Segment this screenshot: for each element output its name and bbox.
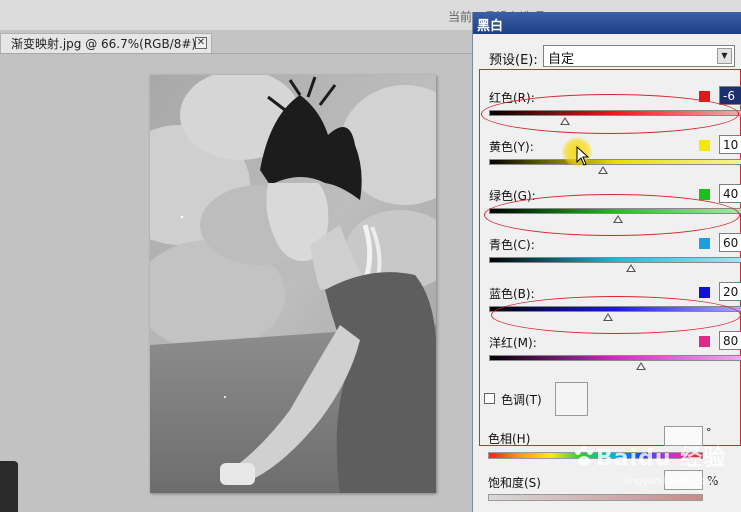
grayscale-photo [150, 75, 436, 493]
panel-collapse-handle[interactable] [0, 461, 18, 512]
chevron-down-icon[interactable]: ▼ [717, 48, 732, 64]
slider-thumb-blue[interactable] [602, 313, 613, 321]
slider-thumb-green[interactable] [613, 215, 624, 223]
slider-label-cyan: 青色(C): [489, 238, 535, 252]
degree-symbol: ° [706, 426, 712, 439]
slider-label-yellow: 黄色(Y): [489, 140, 534, 154]
slider-value-yellow[interactable]: 10 [719, 135, 741, 154]
document-tab-label: 渐变映射.jpg @ 66.7%(RGB/8#) * [11, 37, 206, 51]
slider-track-blue[interactable] [489, 306, 741, 312]
color-swatch-blue [699, 287, 710, 298]
document-tab[interactable]: 渐变映射.jpg @ 66.7%(RGB/8#) * ✕ [0, 33, 212, 53]
dialog-title[interactable]: 黑白 [473, 12, 741, 34]
color-swatch-magenta [699, 336, 710, 347]
slider-value-cyan[interactable]: 60 [719, 233, 741, 252]
slider-row-cyan: 青色(C): 60 [473, 233, 741, 276]
slider-value-green[interactable]: 40 [719, 184, 741, 203]
slider-track-yellow[interactable] [489, 159, 741, 165]
slider-value-red[interactable]: -6 [719, 86, 741, 105]
tint-label: 色调(T) [501, 393, 542, 407]
photoshop-window: 当前工具没有选项 渐变映射.jpg @ 66.7%(RGB/8#) * ✕ [0, 0, 741, 512]
slider-row-green: 绿色(G): 40 [473, 184, 741, 227]
slider-thumb-magenta[interactable] [635, 362, 646, 370]
slider-row-magenta: 洋红(M): 80 [473, 331, 741, 374]
hue-label: 色相(H) [488, 432, 531, 446]
saturation-label: 饱和度(S) [488, 476, 541, 490]
preset-label: 预设(E): [489, 53, 538, 68]
tint-color-swatch[interactable] [555, 382, 588, 416]
slider-label-blue: 蓝色(B): [489, 287, 535, 301]
slider-thumb-yellow[interactable] [597, 166, 608, 174]
slider-label-red: 红色(R): [489, 91, 535, 105]
slider-track-green[interactable] [489, 208, 741, 214]
color-swatch-green [699, 189, 710, 200]
tint-checkbox[interactable] [484, 393, 495, 404]
slider-track-cyan[interactable] [489, 257, 741, 263]
color-swatch-cyan [699, 238, 710, 249]
baidu-watermark: Baidu 经验 jingyan.baidu.com [566, 440, 725, 500]
slider-label-green: 绿色(G): [489, 189, 536, 203]
slider-label-magenta: 洋红(M): [489, 336, 537, 350]
slider-value-blue[interactable]: 20 [719, 282, 741, 301]
slider-row-blue: 蓝色(B): 20 [473, 282, 741, 325]
slider-thumb-red[interactable] [559, 117, 570, 125]
mouse-cursor-icon [576, 146, 590, 166]
slider-track-magenta[interactable] [489, 355, 741, 361]
close-tab-icon[interactable]: ✕ [195, 37, 207, 49]
slider-value-magenta[interactable]: 80 [719, 331, 741, 350]
watermark-url: jingyan.baidu.com [624, 476, 717, 487]
preset-dropdown[interactable]: 自定 ▼ [543, 45, 735, 67]
paw-icon [575, 446, 593, 466]
slider-row-yellow: 黄色(Y): 10 [473, 135, 741, 178]
color-swatch-red [699, 91, 710, 102]
slider-track-red[interactable] [489, 110, 741, 116]
slider-row-red: 红色(R): -6 [473, 86, 741, 129]
watermark-text: Baidu 经验 [596, 446, 727, 471]
slider-thumb-cyan[interactable] [625, 264, 636, 272]
preset-value: 自定 [548, 52, 575, 67]
color-swatch-yellow [699, 140, 710, 151]
photo-image [150, 75, 436, 493]
